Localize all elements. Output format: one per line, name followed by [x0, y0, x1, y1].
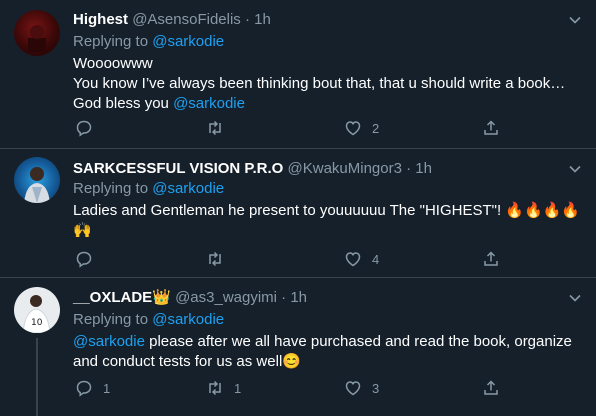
svg-text:10: 10: [31, 318, 43, 328]
tweet-3[interactable]: 10 __OXLADE👑 @as3_wagyimi · 1h Replying …: [0, 278, 596, 416]
tweet-1[interactable]: Highest @AsensoFidelis · 1h Replying to …: [0, 0, 596, 148]
heart-icon: [345, 381, 361, 396]
separator-dot: ·: [406, 160, 412, 177]
replying-to: Replying to @sarkodie: [73, 310, 224, 330]
reply-button[interactable]: [75, 118, 103, 138]
thread-line: [36, 338, 38, 416]
reply-count: 1: [103, 380, 111, 396]
tweet-line: @sarkodie please after we all have purch…: [73, 332, 583, 352]
tweet-line-text: Ladies and Gentleman he present to youuu…: [73, 202, 506, 219]
retweet-button[interactable]: [206, 118, 234, 138]
user-handle[interactable]: @AsensoFidelis: [132, 11, 241, 28]
like-button[interactable]: 4: [344, 249, 379, 269]
tweet-line: God bless you @sarkodie: [73, 94, 583, 114]
replying-mention[interactable]: @sarkodie: [152, 33, 224, 50]
tweet-text: Woooowww You know I’ve always been think…: [73, 54, 583, 114]
mention-link[interactable]: @sarkodie: [73, 333, 145, 350]
avatar[interactable]: [14, 10, 60, 56]
display-name[interactable]: SARKCESSFUL VISION P.R.O: [73, 160, 283, 177]
tweet-line: and conduct tests for us as well😊: [73, 352, 583, 372]
like-count: 2: [372, 120, 380, 136]
smiling-emoji: 😊: [282, 353, 301, 370]
display-name[interactable]: __OXLADE: [73, 289, 152, 306]
fire-emoji: 🔥🔥🔥🔥: [505, 202, 581, 219]
share-button[interactable]: [482, 249, 500, 269]
replying-mention[interactable]: @sarkodie: [152, 180, 224, 197]
timestamp[interactable]: 1h: [415, 160, 432, 177]
heart-icon: [345, 252, 361, 267]
like-button[interactable]: 2: [344, 118, 379, 138]
display-name[interactable]: Highest: [73, 11, 128, 28]
replying-to: Replying to @sarkodie: [73, 179, 224, 199]
retweet-button[interactable]: [206, 249, 234, 269]
share-button[interactable]: [482, 378, 500, 398]
chevron-down-icon[interactable]: [568, 162, 582, 176]
tweet-actions: 2: [73, 118, 513, 138]
tweet-text: Ladies and Gentleman he present to youuu…: [73, 201, 583, 241]
replying-to: Replying to @sarkodie: [73, 32, 224, 52]
share-icon: [484, 251, 498, 266]
share-button[interactable]: [482, 118, 500, 138]
user-handle[interactable]: @KwakuMingor3: [288, 160, 402, 177]
share-icon: [484, 380, 498, 395]
retweet-icon: [209, 120, 221, 136]
avatar[interactable]: 10: [14, 287, 60, 333]
mention-link[interactable]: @sarkodie: [173, 95, 245, 112]
separator-dot: ·: [244, 11, 250, 28]
tweet-line: Woooowww: [73, 55, 153, 72]
heart-icon: [345, 121, 361, 136]
tweet-line: 🙌: [73, 221, 583, 241]
tweet-actions: 1 1 3: [73, 378, 513, 398]
reply-button[interactable]: 1: [75, 378, 110, 398]
user-handle[interactable]: @as3_wagyimi: [175, 289, 277, 306]
retweet-button[interactable]: 1: [206, 378, 241, 398]
tweet-line-text: and conduct tests for us as well: [73, 353, 283, 370]
tweet-2[interactable]: SARKCESSFUL VISION P.R.O @KwakuMingor3 ·…: [0, 149, 596, 275]
reply-icon: [76, 251, 92, 268]
retweet-count: 1: [234, 380, 242, 396]
tweet-line: You know I’ve always been thinking bout …: [73, 75, 566, 92]
separator-dot: ·: [281, 289, 287, 306]
reply-icon: [76, 380, 92, 397]
avatar[interactable]: [14, 157, 60, 203]
like-count: 3: [372, 380, 380, 396]
retweet-icon: [209, 380, 221, 396]
chevron-down-icon[interactable]: [568, 291, 582, 305]
retweet-icon: [209, 251, 221, 267]
timestamp[interactable]: 1h: [290, 289, 307, 306]
replying-label: Replying to: [73, 33, 153, 50]
tweet-line-text: God bless you: [73, 95, 174, 112]
share-icon: [484, 120, 498, 135]
raised-hands-emoji: 🙌: [73, 222, 92, 239]
tweet-line-text: please after we all have purchased and r…: [144, 333, 572, 350]
replying-label: Replying to: [73, 311, 153, 328]
chevron-down-icon[interactable]: [568, 13, 582, 27]
like-count: 4: [372, 251, 380, 267]
replying-mention[interactable]: @sarkodie: [152, 311, 224, 328]
replying-label: Replying to: [73, 180, 153, 197]
tweet-actions: 4: [73, 249, 513, 269]
crown-emoji: 👑: [152, 289, 171, 306]
like-button[interactable]: 3: [344, 378, 379, 398]
reply-icon: [76, 120, 92, 137]
tweet-text: @sarkodie please after we all have purch…: [73, 332, 583, 372]
reply-button[interactable]: [75, 249, 103, 269]
tweet-line: Ladies and Gentleman he present to youuu…: [73, 201, 583, 221]
timestamp[interactable]: 1h: [254, 11, 271, 28]
